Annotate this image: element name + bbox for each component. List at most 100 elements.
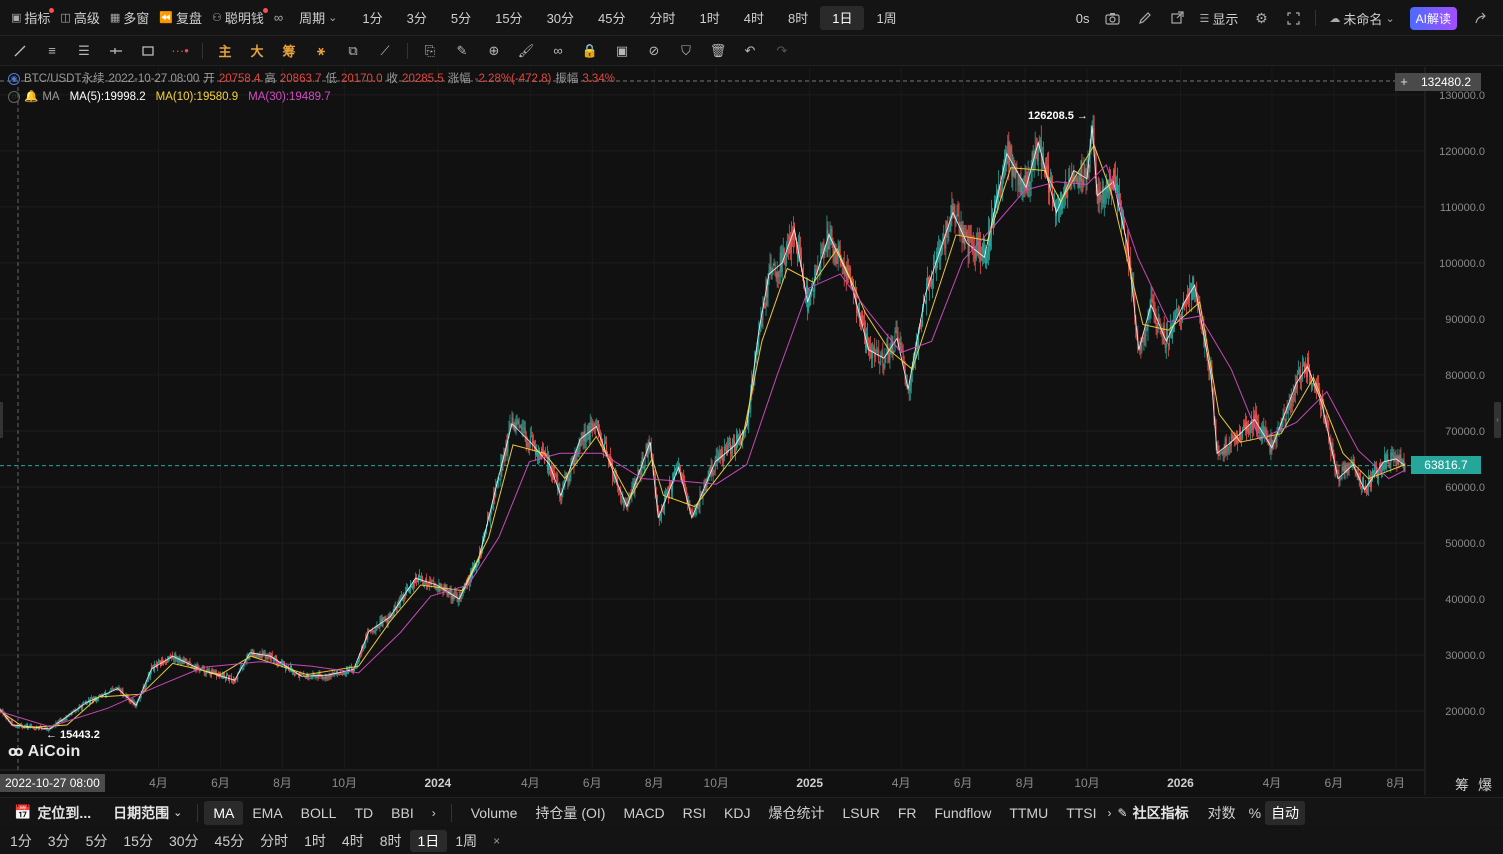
main-indicator-3[interactable]: TD	[345, 801, 382, 825]
bottom-period-0[interactable]: 1分	[2, 830, 40, 852]
period-tab-4[interactable]: 30分	[535, 6, 586, 30]
locate-button[interactable]: 📅 定位到...	[0, 801, 100, 825]
top-tool-4[interactable]: ⚇ 聪明钱	[207, 5, 269, 31]
liquidation-toggle[interactable]: 爆	[1478, 775, 1492, 795]
chips-toggle[interactable]: 筹	[1455, 775, 1469, 795]
candlestick	[1236, 430, 1238, 452]
chips-icon[interactable]: 筹	[273, 37, 305, 65]
undo-icon[interactable]: ↶	[734, 37, 766, 65]
camera-icon[interactable]	[1099, 5, 1127, 31]
filter-icon[interactable]: ⛉	[670, 37, 702, 65]
share-icon[interactable]	[1467, 5, 1495, 31]
period-tab-8[interactable]: 4时	[732, 6, 776, 30]
sub-indicator-2[interactable]: MACD	[614, 801, 673, 825]
bottom-period-10[interactable]: 1日	[409, 830, 448, 852]
link-icon[interactable]: ∞	[542, 37, 574, 65]
crosshair-add-button[interactable]: +	[1395, 73, 1413, 91]
sub-indicator-10[interactable]: TTSI	[1057, 801, 1105, 825]
bottom-period-6[interactable]: 分时	[252, 830, 296, 852]
period-dropdown[interactable]: 周期 ⌄	[294, 5, 342, 31]
sub-indicator-8[interactable]: Fundflow	[926, 801, 1001, 825]
main-indicator-0[interactable]: MA	[204, 800, 244, 825]
bottom-period-8[interactable]: 4时	[334, 830, 372, 852]
large-icon[interactable]: 大	[241, 37, 273, 65]
magnet-icon[interactable]: ⊘	[638, 37, 670, 65]
sub-indicator-3[interactable]: RSI	[674, 801, 715, 825]
period-tab-6[interactable]: 分时	[638, 6, 688, 30]
close-icon[interactable]: ×	[485, 830, 508, 852]
period-tab-5[interactable]: 45分	[586, 6, 637, 30]
gear-icon[interactable]: ⚙	[1247, 5, 1275, 31]
date-range-dropdown[interactable]: 日期范围 ⌄	[104, 801, 191, 825]
log-scale-button[interactable]: 对数	[1199, 801, 1245, 825]
period-tab-2[interactable]: 5分	[439, 6, 483, 30]
sub-indicator-0[interactable]: Volume	[462, 801, 527, 825]
fullscreen-icon[interactable]	[1279, 5, 1307, 31]
template-icon[interactable]: ▣	[606, 37, 638, 65]
bottom-period-5[interactable]: 45分	[207, 830, 253, 852]
infinity-icon[interactable]: ∞	[269, 5, 288, 31]
copy-icon[interactable]: ⎘	[414, 37, 446, 65]
main-indicator-2[interactable]: BOLL	[292, 801, 346, 825]
redo-icon[interactable]: ↷	[766, 37, 798, 65]
chart-canvas[interactable]: 130000.0 120000.0 110000.0 100000.0 90000.0 8…	[0, 67, 1503, 795]
bottom-period-9[interactable]: 8时	[372, 830, 410, 852]
period-tab-1[interactable]: 3分	[395, 6, 439, 30]
bottom-period-7[interactable]: 1时	[296, 830, 334, 852]
chevron-right-icon[interactable]: ›	[423, 801, 445, 825]
parallel-lines-icon[interactable]: ≡	[36, 37, 68, 65]
symbol-toggle-icon[interactable]: ◉	[8, 73, 20, 85]
zoom-in-icon[interactable]: ⊕	[478, 37, 510, 65]
period-tab-9[interactable]: 8时	[776, 6, 820, 30]
top-tool-0[interactable]: ▣ 指标	[6, 5, 55, 31]
bottom-period-11[interactable]: 1周	[447, 830, 485, 852]
workspace-selector[interactable]: ☁ 未命名 ⌄	[1324, 5, 1399, 31]
top-tool-1[interactable]: ◫ 高级	[55, 5, 104, 31]
bell-icon[interactable]: 🔔	[24, 88, 38, 106]
trend-line-icon[interactable]	[4, 37, 36, 65]
period-tab-3[interactable]: 15分	[483, 6, 534, 30]
left-panel-handle[interactable]	[0, 402, 3, 438]
sub-indicator-7[interactable]: FR	[889, 801, 926, 825]
lock-icon[interactable]: 🔒	[574, 37, 606, 65]
horizontal-lines-icon[interactable]: ☰	[68, 37, 100, 65]
bottom-period-1[interactable]: 3分	[40, 830, 78, 852]
ruler-icon[interactable]: ⟋	[369, 37, 401, 65]
right-panel-handle[interactable]: ›	[1494, 402, 1501, 438]
period-tab-7[interactable]: 1时	[688, 6, 732, 30]
bottom-period-4[interactable]: 30分	[161, 830, 207, 852]
top-tool-3[interactable]: ⏪ 复盘	[154, 5, 207, 31]
trash-icon[interactable]: 🗑	[702, 37, 734, 65]
main-indicator-1[interactable]: EMA	[243, 801, 291, 825]
sub-indicator-6[interactable]: LSUR	[833, 801, 888, 825]
more-tools-icon[interactable]: ···•	[164, 37, 196, 65]
brush-icon[interactable]: 🖌	[510, 37, 542, 65]
export-icon[interactable]	[1163, 5, 1191, 31]
sub-indicator-4[interactable]: KDJ	[715, 801, 759, 825]
display-button[interactable]: ☰ 显示	[1195, 5, 1244, 31]
period-tab-11[interactable]: 1周	[864, 6, 908, 30]
chevron-right-icon[interactable]: ›	[1106, 801, 1114, 825]
compare-icon[interactable]: ⧉	[337, 37, 369, 65]
main-chart-icon[interactable]: 主	[209, 37, 241, 65]
indicator-toggle-icon[interactable]: ◌	[8, 91, 20, 103]
period-tab-10[interactable]: 1日	[820, 5, 865, 30]
sub-indicator-1[interactable]: 持仓量 (OI)	[526, 801, 614, 825]
period-tab-0[interactable]: 1分	[350, 6, 394, 30]
top-tool-2[interactable]: ▦ 多窗	[105, 5, 154, 31]
auto-scale-button[interactable]: 自动	[1265, 800, 1306, 825]
pencil-icon[interactable]	[1131, 5, 1159, 31]
rectangle-icon[interactable]	[132, 37, 164, 65]
main-indicator-4[interactable]: BBI	[382, 801, 423, 825]
community-indicators-button[interactable]: ✎ 社区指标	[1114, 801, 1193, 825]
chart-edit-icon[interactable]: ⚹	[305, 37, 337, 65]
sub-indicator-9[interactable]: TTMU	[1000, 801, 1057, 825]
percent-scale-button[interactable]: %	[1245, 801, 1265, 825]
measure-icon[interactable]: ✎	[446, 37, 478, 65]
bottom-period-3[interactable]: 15分	[115, 830, 161, 852]
price-chart[interactable]: 130000.0 120000.0 110000.0 100000.0 90000.0 8…	[0, 67, 1503, 795]
horizontal-ray-icon[interactable]	[100, 37, 132, 65]
ai-interpret-button[interactable]: AI解读	[1409, 6, 1457, 30]
bottom-period-2[interactable]: 5分	[78, 830, 116, 852]
sub-indicator-5[interactable]: 爆仓统计	[759, 801, 833, 825]
